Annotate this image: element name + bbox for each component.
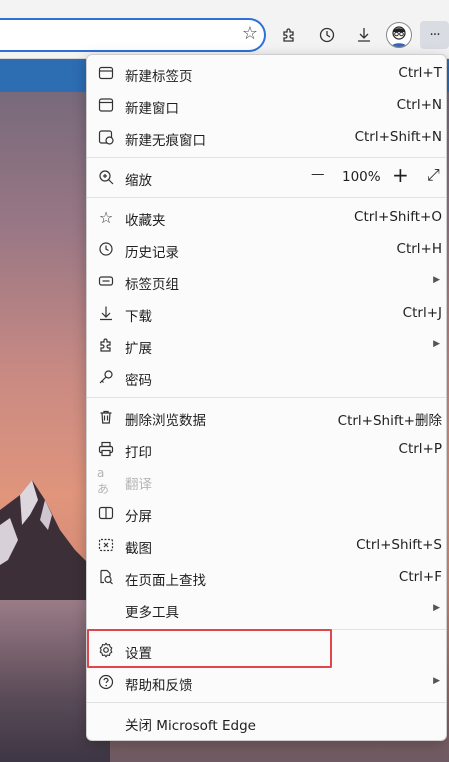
printer-icon (97, 440, 115, 458)
print-label: 打印 (125, 445, 152, 461)
more-menu-button[interactable]: ··· (420, 21, 449, 49)
menu-clear-browsing-data[interactable]: 删除浏览数据 Ctrl+Shift+删除 (87, 401, 446, 433)
clear-data-shortcut: Ctrl+Shift+删除 (337, 413, 442, 429)
menu-extensions[interactable]: 扩展 ▶ (87, 329, 446, 361)
menu-split-screen[interactable]: 分屏 (87, 497, 446, 529)
clear-data-label: 删除浏览数据 (125, 413, 206, 429)
downloads-label: 下载 (125, 309, 152, 325)
menu-new-window[interactable]: 新建窗口 Ctrl+N (87, 89, 446, 121)
close-edge-label: 关闭 Microsoft Edge (125, 718, 256, 734)
download-icon (97, 304, 115, 322)
new-tab-label: 新建标签页 (125, 69, 193, 85)
inprivate-window-icon (97, 128, 115, 146)
extensions-puzzle-icon[interactable] (275, 21, 303, 49)
help-label: 帮助和反馈 (125, 678, 193, 694)
fullscreen-button[interactable]: ⤢ (427, 165, 440, 185)
translate-icon: aあ (97, 465, 110, 496)
screenshot-icon (97, 536, 115, 554)
menu-print[interactable]: 打印 Ctrl+P (87, 433, 446, 465)
profile-avatar[interactable] (386, 22, 412, 48)
tab-groups-label: 标签页组 (125, 277, 179, 293)
new-tab-shortcut: Ctrl+T (398, 65, 442, 81)
menu-screenshot[interactable]: 截图 Ctrl+Shift+S (87, 529, 446, 561)
menu-new-inprivate-window[interactable]: 新建无痕窗口 Ctrl+Shift+N (87, 121, 446, 153)
zoom-value: 100% (342, 169, 381, 185)
new-inprivate-shortcut: Ctrl+Shift+N (354, 129, 442, 145)
find-shortcut: Ctrl+F (398, 569, 442, 585)
history-shortcut: Ctrl+H (396, 241, 442, 257)
browser-toolbar: ☆ ··· (0, 0, 449, 59)
history-label: 历史记录 (125, 245, 179, 261)
menu-separator (87, 397, 446, 398)
extensions-puzzle-icon (97, 336, 115, 354)
zoom-label: 缩放 (125, 173, 152, 189)
menu-passwords[interactable]: 密码 (87, 361, 446, 393)
favorites-label: 收藏夹 (125, 213, 166, 229)
find-label: 在页面上查找 (125, 573, 206, 589)
help-icon (97, 673, 115, 691)
favorites-shortcut: Ctrl+Shift+O (354, 209, 442, 225)
translate-label: 翻译 (125, 477, 152, 493)
menu-downloads[interactable]: 下载 Ctrl+J (87, 297, 446, 329)
screenshot-label: 截图 (125, 541, 152, 557)
address-bar[interactable]: ☆ (0, 18, 266, 52)
history-icon (97, 240, 115, 258)
zoom-out-button[interactable]: — (311, 166, 325, 182)
settings-highlight-box (87, 629, 332, 668)
menu-find-on-page[interactable]: 在页面上查找 Ctrl+F (87, 561, 446, 593)
menu-separator (87, 702, 446, 703)
menu-close-edge[interactable]: 关闭 Microsoft Edge (87, 706, 446, 738)
new-window-shortcut: Ctrl+N (396, 97, 442, 113)
split-screen-icon (97, 504, 115, 522)
zoom-in-button[interactable]: + (392, 163, 409, 187)
menu-separator (87, 157, 446, 158)
zoom-icon (97, 168, 115, 186)
new-window-label: 新建窗口 (125, 101, 179, 117)
menu-translate: aあ 翻译 (87, 465, 446, 497)
new-tab-icon (97, 64, 115, 82)
passwords-label: 密码 (125, 373, 152, 389)
menu-zoom: 缩放 — 100% + ⤢ (87, 161, 446, 193)
tab-groups-icon (97, 272, 115, 290)
submenu-arrow-icon: ▶ (433, 676, 440, 686)
submenu-arrow-icon: ▶ (433, 275, 440, 285)
submenu-arrow-icon: ▶ (433, 339, 440, 349)
split-screen-label: 分屏 (125, 509, 152, 525)
submenu-arrow-icon: ▶ (433, 603, 440, 613)
trash-icon (97, 408, 115, 426)
new-window-icon (97, 96, 115, 114)
extensions-label: 扩展 (125, 341, 152, 357)
more-icon: ··· (429, 27, 440, 43)
find-page-icon (97, 568, 115, 586)
menu-tab-groups[interactable]: 标签页组 ▶ (87, 265, 446, 297)
key-icon (97, 368, 115, 386)
menu-separator (87, 197, 446, 198)
print-shortcut: Ctrl+P (398, 441, 442, 457)
more-tools-label: 更多工具 (125, 605, 179, 621)
menu-more-tools[interactable]: 更多工具 ▶ (87, 593, 446, 625)
screenshot-shortcut: Ctrl+Shift+S (356, 537, 442, 553)
menu-new-tab[interactable]: 新建标签页 Ctrl+T (87, 57, 446, 89)
history-icon[interactable] (313, 21, 341, 49)
download-icon[interactable] (350, 21, 378, 49)
menu-help-feedback[interactable]: 帮助和反馈 ▶ (87, 666, 446, 698)
favorite-star-icon[interactable]: ☆ (242, 23, 258, 44)
downloads-shortcut: Ctrl+J (402, 305, 442, 321)
new-inprivate-label: 新建无痕窗口 (125, 133, 206, 149)
menu-favorites[interactable]: ☆ 收藏夹 Ctrl+Shift+O (87, 201, 446, 233)
favorites-star-icon: ☆ (98, 207, 114, 227)
menu-history[interactable]: 历史记录 Ctrl+H (87, 233, 446, 265)
